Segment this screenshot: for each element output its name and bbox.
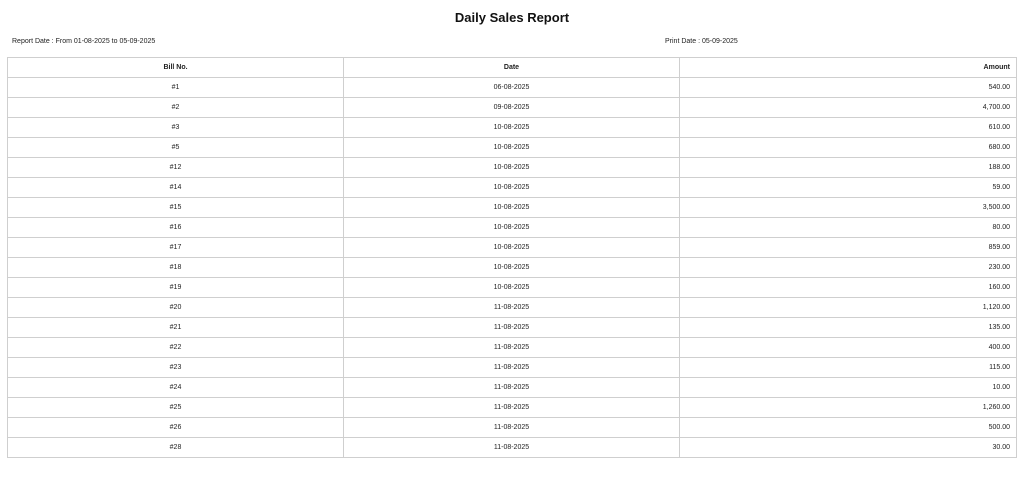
amount-cell: 10.00 [679, 377, 1017, 398]
amount-cell: 4,700.00 [679, 97, 1017, 118]
table-row: #2 09-08-2025 4,700.00 [7, 97, 1017, 118]
date-cell: 10-08-2025 [343, 117, 680, 138]
bill-no-cell: #15 [7, 197, 344, 218]
amount-cell: 188.00 [679, 157, 1017, 178]
report-date-value: From 01-08-2025 to 05-09-2025 [55, 38, 156, 45]
column-header-date: Date [343, 57, 680, 78]
table-row: #25 11-08-2025 1,260.00 [7, 397, 1017, 418]
report-date-label: Report Date : [12, 38, 54, 45]
bill-no-cell: #12 [7, 157, 344, 178]
amount-cell: 135.00 [679, 317, 1017, 338]
bill-no-cell: #14 [7, 177, 344, 198]
date-cell: 10-08-2025 [343, 177, 680, 198]
table-row: #12 10-08-2025 188.00 [7, 157, 1017, 178]
amount-cell: 230.00 [679, 257, 1017, 278]
print-date-label: Print Date : [665, 38, 701, 45]
report-date: Report Date : From 01-08-2025 to 05-09-20… [12, 38, 155, 45]
amount-cell: 115.00 [679, 357, 1017, 378]
amount-cell: 500.00 [679, 417, 1017, 438]
table-row: #21 11-08-2025 135.00 [7, 317, 1017, 338]
bill-no-cell: #20 [7, 297, 344, 318]
print-date-value: 05-09-2025 [702, 38, 738, 45]
table-row: #17 10-08-2025 859.00 [7, 237, 1017, 258]
date-cell: 10-08-2025 [343, 137, 680, 158]
bill-no-cell: #26 [7, 417, 344, 438]
bill-no-cell: #28 [7, 437, 344, 458]
amount-cell: 1,260.00 [679, 397, 1017, 418]
bill-no-cell: #23 [7, 357, 344, 378]
date-cell: 11-08-2025 [343, 337, 680, 358]
table-row: #5 10-08-2025 680.00 [7, 137, 1017, 158]
bill-no-cell: #19 [7, 277, 344, 298]
date-cell: 11-08-2025 [343, 377, 680, 398]
amount-cell: 160.00 [679, 277, 1017, 298]
date-cell: 11-08-2025 [343, 397, 680, 418]
amount-cell: 859.00 [679, 237, 1017, 258]
table-row: #16 10-08-2025 80.00 [7, 217, 1017, 238]
table-row: #15 10-08-2025 3,500.00 [7, 197, 1017, 218]
bill-no-cell: #5 [7, 137, 344, 158]
table-row: #1 06-08-2025 540.00 [7, 77, 1017, 98]
sales-table-body: #1 06-08-2025 540.00 #2 09-08-2025 4,700.00 #3… [7, 77, 1017, 458]
bill-no-cell: #3 [7, 117, 344, 138]
date-cell: 11-08-2025 [343, 417, 680, 438]
table-row: #23 11-08-2025 115.00 [7, 357, 1017, 378]
amount-cell: 30.00 [679, 437, 1017, 458]
date-cell: 10-08-2025 [343, 157, 680, 178]
amount-cell: 680.00 [679, 137, 1017, 158]
bill-no-cell: #22 [7, 337, 344, 358]
amount-cell: 1,120.00 [679, 297, 1017, 318]
date-cell: 11-08-2025 [343, 357, 680, 378]
date-cell: 11-08-2025 [343, 317, 680, 338]
bill-no-cell: #25 [7, 397, 344, 418]
date-cell: 11-08-2025 [343, 297, 680, 318]
column-header-amount: Amount [679, 57, 1017, 78]
bill-no-cell: #16 [7, 217, 344, 238]
date-cell: 10-08-2025 [343, 217, 680, 238]
table-row: #20 11-08-2025 1,120.00 [7, 297, 1017, 318]
table-header-row: Bill No. Date Amount [7, 57, 1017, 78]
amount-cell: 610.00 [679, 117, 1017, 138]
date-cell: 09-08-2025 [343, 97, 680, 118]
table-row: #24 11-08-2025 10.00 [7, 377, 1017, 398]
table-row: #28 11-08-2025 30.00 [7, 437, 1017, 458]
report-title: Daily Sales Report [454, 10, 570, 25]
amount-cell: 540.00 [679, 77, 1017, 98]
date-cell: 11-08-2025 [343, 437, 680, 458]
amount-cell: 400.00 [679, 337, 1017, 358]
date-cell: 10-08-2025 [343, 237, 680, 258]
date-cell: 10-08-2025 [343, 257, 680, 278]
amount-cell: 3,500.00 [679, 197, 1017, 218]
amount-cell: 80.00 [679, 217, 1017, 238]
bill-no-cell: #24 [7, 377, 344, 398]
table-row: #14 10-08-2025 59.00 [7, 177, 1017, 198]
table-row: #26 11-08-2025 500.00 [7, 417, 1017, 438]
column-header-bill-no: Bill No. [7, 57, 344, 78]
bill-no-cell: #17 [7, 237, 344, 258]
table-row: #22 11-08-2025 400.00 [7, 337, 1017, 358]
date-cell: 10-08-2025 [343, 277, 680, 298]
sales-table: Bill No. Date Amount #1 06-08-2025 540.00 #… [7, 57, 1017, 458]
date-cell: 10-08-2025 [343, 197, 680, 218]
bill-no-cell: #21 [7, 317, 344, 338]
bill-no-cell: #1 [7, 77, 344, 98]
bill-no-cell: #18 [7, 257, 344, 278]
table-row: #18 10-08-2025 230.00 [7, 257, 1017, 278]
bill-no-cell: #2 [7, 97, 344, 118]
table-row: #3 10-08-2025 610.00 [7, 117, 1017, 138]
table-row: #19 10-08-2025 160.00 [7, 277, 1017, 298]
amount-cell: 59.00 [679, 177, 1017, 198]
print-date: Print Date :05-09-2025 [665, 38, 738, 45]
date-cell: 06-08-2025 [343, 77, 680, 98]
